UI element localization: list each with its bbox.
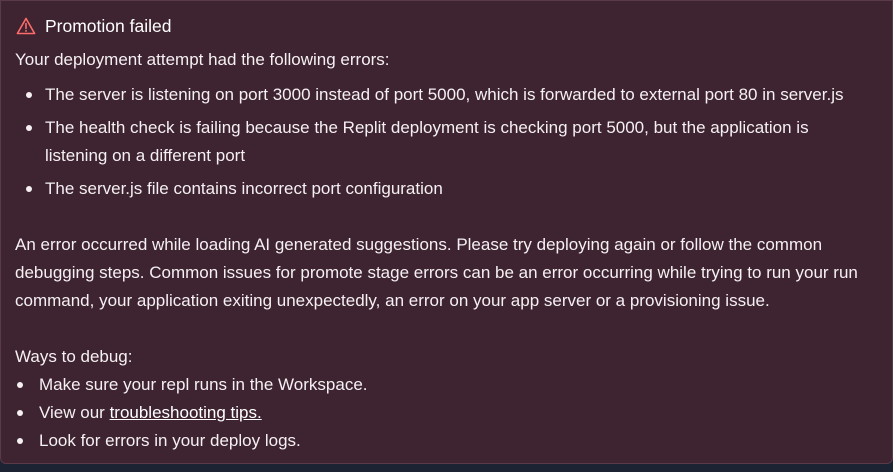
errors-intro: Your deployment attempt had the followin… [15,50,390,69]
error-list: The server is listening on port 3000 ins… [15,81,875,208]
debug-heading: Ways to debug: [15,347,133,366]
troubleshooting-tips-link[interactable]: troubleshooting tips. [110,403,262,422]
debug-item-workspace: Make sure your repl runs in the Workspac… [15,371,368,399]
alert-header: Promotion failed [15,12,171,40]
error-item: The health check is failing because the … [15,114,875,170]
debug-list: Make sure your repl runs in the Workspac… [15,371,368,455]
error-message: An error occurred while loading AI gener… [15,235,858,310]
warning-triangle-icon [15,15,37,37]
debug-item-prefix: View our [39,403,110,422]
bottom-strip [0,464,893,472]
error-item: The server.js file contains incorrect po… [15,175,875,203]
alert-title: Promotion failed [45,16,172,36]
debug-item-deploy-logs: Look for errors in your deploy logs. [15,427,368,455]
error-item: The server is listening on port 3000 ins… [15,81,875,109]
promotion-failed-alert: Promotion failed Your deployment attempt… [0,0,893,464]
debug-item-troubleshooting: View our troubleshooting tips. [15,399,368,427]
